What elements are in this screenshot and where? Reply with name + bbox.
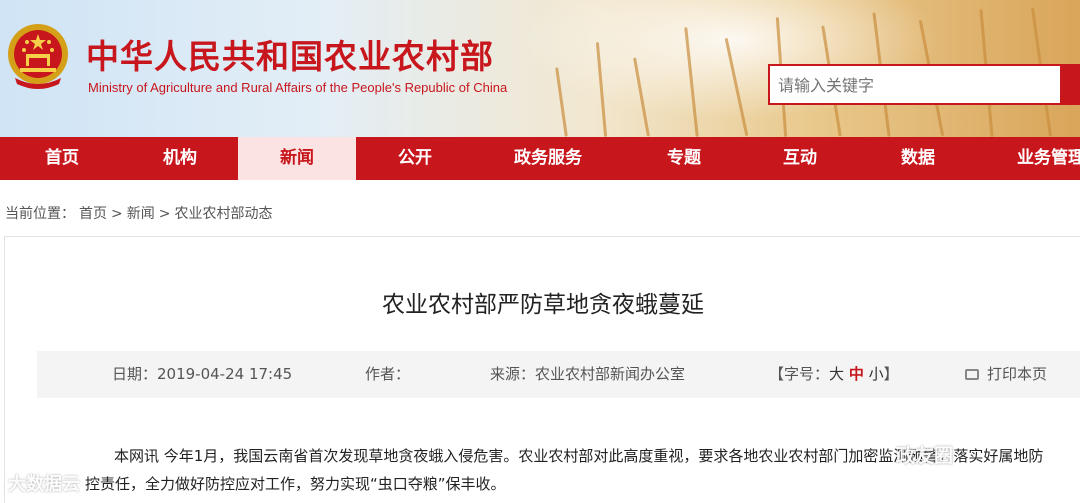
breadcrumb-prefix: 当前位置： [5,206,75,222]
search-box [768,64,1062,105]
main-nav: 首页 机构 新闻 公开 政务服务 专题 互动 数据 业务管理 [0,137,1080,180]
national-emblem-icon[interactable] [5,20,71,90]
breadcrumb-link-home[interactable]: 首页 [79,206,107,222]
site-title-english[interactable]: Ministry of Agriculture and Rural Affair… [88,80,507,95]
site-title[interactable]: 中华人民共和国农业农村部 [86,30,494,78]
site-header: 中华人民共和国农业农村部 Ministry of Agriculture and… [0,0,1080,137]
nav-item-news[interactable]: 新闻 [238,137,356,180]
nav-item-home[interactable]: 首页 [3,137,121,180]
nav-item-topics[interactable]: 专题 [625,137,743,180]
breadcrumb-link-ministry-updates[interactable]: 农业农村部动态 [174,206,272,222]
article-title: 农业农村部严防草地贪夜蛾蔓延 [382,292,704,318]
article-date: 日期：2019-04-24 17:45 [112,365,293,383]
nav-item-disclosure[interactable]: 公开 [356,137,474,180]
printer-icon [965,369,979,380]
font-size-large-button[interactable]: 大 [829,365,844,383]
print-label: 打印本页 [987,365,1048,383]
nav-item-interaction[interactable]: 互动 [741,137,859,180]
breadcrumb: 当前位置： 首页 > 新闻 > 农业农村部动态 [5,203,276,223]
article-paragraph-continued: 控责任，全力做好防控应对工作，努力实现“虫口夺粮”保丰收。 [85,475,506,493]
article-author: 作者： [365,365,411,383]
font-size-medium-button[interactable]: 中 [849,365,864,383]
font-size-prefix: 【字号： [769,365,830,383]
search-button[interactable] [1062,64,1080,105]
breadcrumb-separator: > [158,206,171,222]
search-input[interactable] [778,74,1048,96]
nav-item-government-services[interactable]: 政务服务 [489,137,607,180]
font-size-selector: 【字号：大 中 小】 [769,351,899,398]
watermark-left: 大数据云 [8,474,80,495]
print-button[interactable]: 打印本页 [965,351,1047,398]
font-size-small-button[interactable]: 小 [869,365,884,383]
article-meta-bar: 日期：2019-04-24 17:45 作者： 来源：农业农村部新闻办公室 【字… [37,351,1080,398]
breadcrumb-link-news[interactable]: 新闻 [127,206,155,222]
article-source: 来源：农业农村部新闻办公室 [490,365,686,383]
nav-item-organization[interactable]: 机构 [121,137,239,180]
font-size-suffix: 】 [883,365,899,383]
breadcrumb-separator: > [111,206,123,222]
nav-item-data[interactable]: 数据 [859,137,977,180]
nav-item-business-management[interactable]: 业务管理 [993,137,1080,180]
watermark-right: 政友圈 [896,445,954,467]
